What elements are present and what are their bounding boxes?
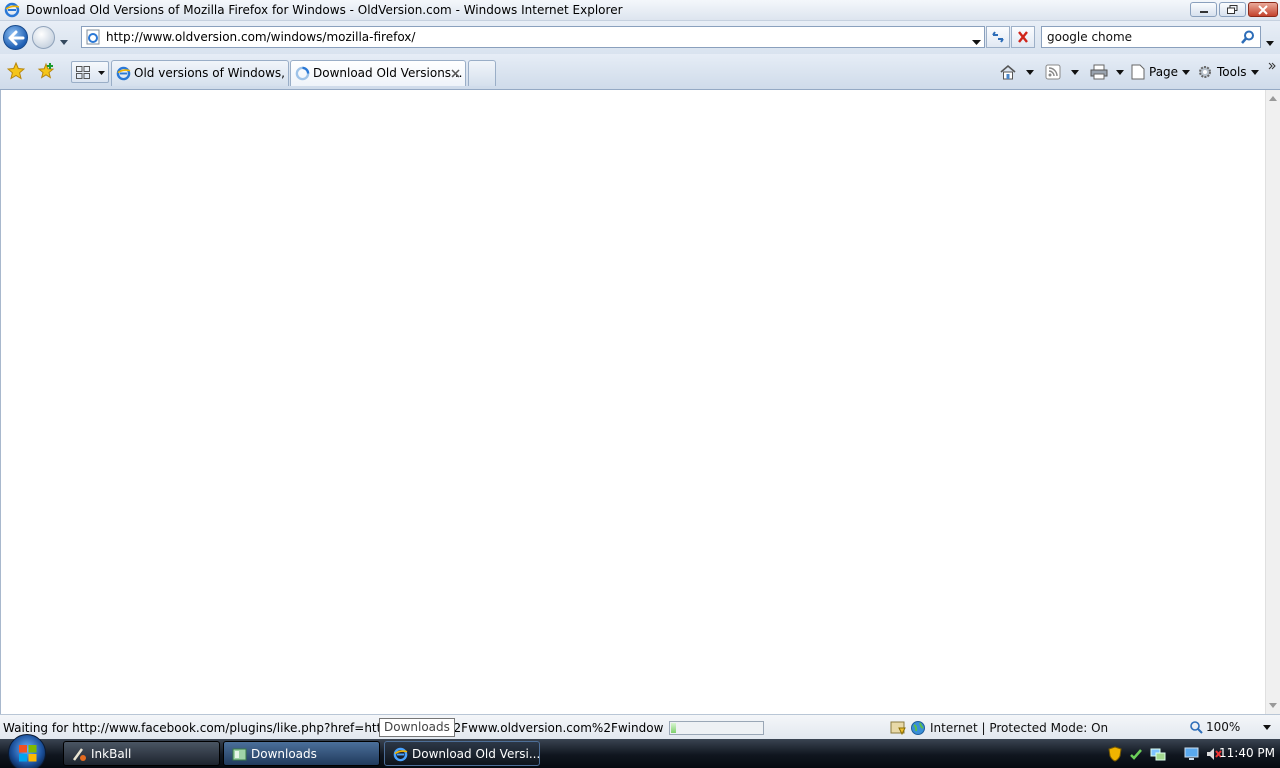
scroll-up-icon[interactable] bbox=[1269, 96, 1277, 101]
printer-icon bbox=[1090, 64, 1108, 80]
title-bar: Download Old Versions of Mozilla Firefox… bbox=[0, 0, 1280, 21]
status-bar: Waiting for http://www.facebook.com/plug… bbox=[0, 714, 1280, 739]
minimize-button[interactable] bbox=[1190, 2, 1217, 17]
taskbar-item-downloads[interactable]: Downloads bbox=[223, 741, 380, 766]
address-bar[interactable]: http://www.oldversion.com/windows/mozill… bbox=[81, 26, 985, 48]
popup-blocker-icon bbox=[890, 721, 906, 736]
ie-page-icon bbox=[85, 29, 101, 48]
close-button[interactable] bbox=[1248, 2, 1278, 17]
address-dropdown-icon[interactable] bbox=[972, 34, 981, 48]
forward-button[interactable] bbox=[32, 26, 55, 49]
tab-label: Download Old Versions... bbox=[313, 66, 463, 80]
progress-bar bbox=[669, 721, 764, 735]
home-dropdown-icon[interactable] bbox=[1026, 62, 1034, 82]
add-favorite-icon[interactable] bbox=[37, 62, 55, 83]
security-zone[interactable]: Internet | Protected Mode: On bbox=[890, 720, 1108, 736]
favorites-star-icon[interactable] bbox=[6, 61, 26, 83]
maximize-button[interactable] bbox=[1219, 2, 1246, 17]
zoom-control[interactable]: 100% bbox=[1190, 720, 1272, 734]
vertical-scrollbar[interactable] bbox=[1265, 90, 1280, 714]
windows-logo-icon bbox=[19, 745, 37, 762]
taskbar-item-ie[interactable]: Download Old Versi... bbox=[384, 741, 540, 766]
inkball-icon bbox=[72, 747, 87, 765]
page-content[interactable] bbox=[0, 90, 1265, 714]
new-tab-button[interactable] bbox=[468, 60, 496, 86]
folder-icon bbox=[232, 747, 247, 765]
page-icon bbox=[1131, 64, 1145, 80]
loading-icon bbox=[295, 66, 310, 84]
tools-menu-button[interactable]: Tools bbox=[1197, 62, 1259, 82]
zoom-dropdown-icon[interactable] bbox=[1263, 724, 1272, 730]
tab-download-old-versions[interactable]: Download Old Versions... bbox=[290, 60, 466, 86]
search-query[interactable]: google chome bbox=[1047, 30, 1132, 44]
taskbar: InkBall Downloads Download Old Versi... … bbox=[0, 734, 1280, 768]
scroll-down-icon[interactable] bbox=[1269, 703, 1277, 708]
print-button[interactable] bbox=[1090, 62, 1108, 82]
update-icon[interactable] bbox=[1128, 746, 1144, 762]
tools-menu-label: Tools bbox=[1217, 65, 1247, 79]
home-button[interactable] bbox=[999, 62, 1017, 82]
network-icon[interactable] bbox=[1150, 746, 1166, 762]
back-arrow-icon bbox=[8, 30, 25, 46]
rss-feed-icon bbox=[1045, 64, 1061, 80]
search-icon[interactable] bbox=[1241, 30, 1255, 47]
ie-page-icon bbox=[116, 66, 131, 84]
zone-label: Internet | Protected Mode: On bbox=[930, 721, 1109, 735]
recent-pages-dropdown-icon[interactable] bbox=[60, 34, 68, 48]
refresh-button[interactable] bbox=[986, 26, 1010, 48]
globe-icon bbox=[911, 721, 925, 735]
page-menu-label: Page bbox=[1149, 65, 1179, 79]
tab-old-versions[interactable]: Old versions of Windows, ... bbox=[111, 60, 300, 86]
tab-list-dropdown-icon[interactable] bbox=[98, 71, 105, 75]
ie-icon bbox=[393, 747, 408, 765]
zoom-icon bbox=[1190, 720, 1203, 734]
close-tab-icon[interactable] bbox=[451, 67, 460, 81]
stop-icon bbox=[1018, 31, 1028, 43]
quick-tabs-icon bbox=[76, 66, 90, 79]
taskbar-item-label: Download Old Versi... bbox=[412, 747, 541, 761]
page-menu-button[interactable]: Page bbox=[1131, 62, 1191, 82]
search-options-dropdown-icon[interactable] bbox=[1266, 35, 1274, 49]
feeds-dropdown-icon[interactable] bbox=[1071, 62, 1079, 82]
status-text: Waiting for http://www.facebook.com/plug… bbox=[3, 721, 663, 735]
start-button[interactable] bbox=[8, 734, 46, 768]
chevron-down-icon bbox=[1182, 69, 1191, 75]
url-text[interactable]: http://www.oldversion.com/windows/mozill… bbox=[106, 30, 415, 44]
tab-label: Old versions of Windows, ... bbox=[134, 66, 301, 80]
toolbar-overflow-icon[interactable] bbox=[1268, 56, 1276, 76]
stop-button[interactable] bbox=[1011, 26, 1035, 48]
refresh-icon bbox=[992, 31, 1004, 43]
progress-fill bbox=[671, 723, 676, 733]
home-icon bbox=[1000, 64, 1016, 80]
tab-bar: Old versions of Windows, ... Download Ol… bbox=[0, 54, 1280, 90]
system-tray bbox=[1108, 741, 1222, 766]
window-title: Download Old Versions of Mozilla Firefox… bbox=[26, 3, 623, 17]
back-button[interactable] bbox=[3, 25, 28, 50]
taskbar-item-label: Downloads bbox=[251, 747, 317, 761]
taskbar-item-label: InkBall bbox=[91, 747, 132, 761]
display-icon[interactable] bbox=[1184, 746, 1200, 762]
clock[interactable]: 11:40 PM bbox=[1219, 746, 1275, 760]
tooltip: Downloads bbox=[379, 718, 455, 737]
search-input[interactable]: google chome bbox=[1041, 26, 1261, 48]
quick-tabs-button[interactable] bbox=[71, 61, 109, 83]
zoom-level: 100% bbox=[1206, 720, 1241, 734]
taskbar-item-inkball[interactable]: InkBall bbox=[63, 741, 220, 766]
print-dropdown-icon[interactable] bbox=[1116, 62, 1124, 82]
feeds-button[interactable] bbox=[1045, 62, 1061, 82]
chevron-down-icon bbox=[1250, 69, 1259, 75]
gear-icon bbox=[1199, 66, 1211, 78]
security-shield-icon[interactable] bbox=[1108, 745, 1122, 762]
navigation-bar: http://www.oldversion.com/windows/mozill… bbox=[0, 21, 1280, 54]
ie-icon bbox=[4, 2, 20, 21]
